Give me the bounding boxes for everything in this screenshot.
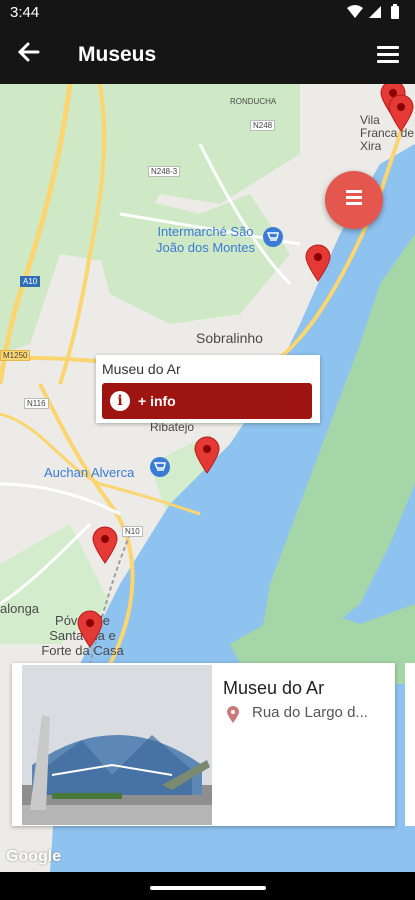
list-view-fab[interactable]: [325, 171, 383, 229]
marker-svg: [92, 526, 118, 564]
location-pin-icon: [226, 706, 240, 729]
wifi-battery-icon: [347, 4, 399, 19]
road-tag-n248-3: N248-3: [148, 166, 181, 177]
marker-info-window: Museu do Ar i + info: [96, 355, 320, 423]
map-marker-icon[interactable]: [92, 526, 118, 564]
shopping-cart-icon: [263, 227, 283, 247]
info-icon: i: [110, 391, 130, 411]
list-icon: [346, 190, 362, 208]
map-label-alonga: alonga: [0, 601, 40, 616]
menu-line: [377, 60, 399, 63]
road-tag-n10: N10: [122, 526, 143, 537]
road-tag-m1250: M1250: [0, 350, 31, 361]
marker-svg: [194, 436, 220, 474]
status-icons: [345, 4, 405, 23]
list-line: [346, 190, 362, 193]
map-marker-icon[interactable]: [77, 610, 103, 648]
menu-line: [377, 53, 399, 56]
cart-svg: [153, 462, 166, 471]
museum-photo: [22, 665, 212, 825]
museum-card-address: Rua do Largo d...: [252, 704, 368, 721]
status-bar: 3:44: [0, 0, 415, 26]
shopping-cart-icon: [150, 457, 170, 477]
road-tag-n248: N248: [250, 120, 276, 131]
list-line: [346, 196, 362, 199]
pin-svg: [227, 706, 239, 723]
museum-card[interactable]: Museu do Ar Rua do Largo d...: [12, 663, 395, 826]
map-label-ronducha: RONDUCHA: [230, 97, 277, 106]
info-window-title: Museu do Ar: [102, 361, 181, 377]
map-marker-icon[interactable]: [305, 244, 331, 282]
arrow-left-icon[interactable]: [17, 39, 40, 69]
next-museum-card[interactable]: [405, 663, 415, 826]
app-bar: Museus: [0, 26, 415, 84]
more-info-button[interactable]: i + info: [102, 383, 312, 419]
marker-svg: [305, 244, 331, 282]
road-tag-a10: A10: [20, 276, 41, 287]
marker-svg: [77, 610, 103, 648]
system-nav-bar: [0, 872, 415, 900]
google-logo: Google: [6, 848, 62, 865]
home-gesture-handle[interactable]: [150, 886, 266, 890]
map-label-auchan: Auchan Alverca: [44, 465, 135, 480]
museum-photo-svg: [22, 665, 212, 825]
road-tag-n116: N116: [24, 398, 49, 409]
more-info-label: + info: [138, 393, 176, 409]
status-time: 3:44: [10, 4, 40, 21]
page-title: Museus: [78, 43, 157, 66]
map-marker-icon[interactable]: [388, 94, 414, 132]
marker-svg: [388, 94, 414, 132]
museum-card-title: Museu do Ar: [223, 678, 325, 698]
map-label-intermarche: Intermarché São João dos Montes: [155, 224, 255, 255]
map-label-sobralinho: Sobralinho: [196, 330, 263, 346]
list-line: [346, 202, 362, 205]
menu-line: [377, 46, 399, 49]
hamburger-menu-icon[interactable]: [377, 46, 399, 67]
cart-svg: [266, 232, 279, 241]
back-arrow-svg: [17, 42, 40, 62]
map-marker-icon[interactable]: [194, 436, 220, 474]
